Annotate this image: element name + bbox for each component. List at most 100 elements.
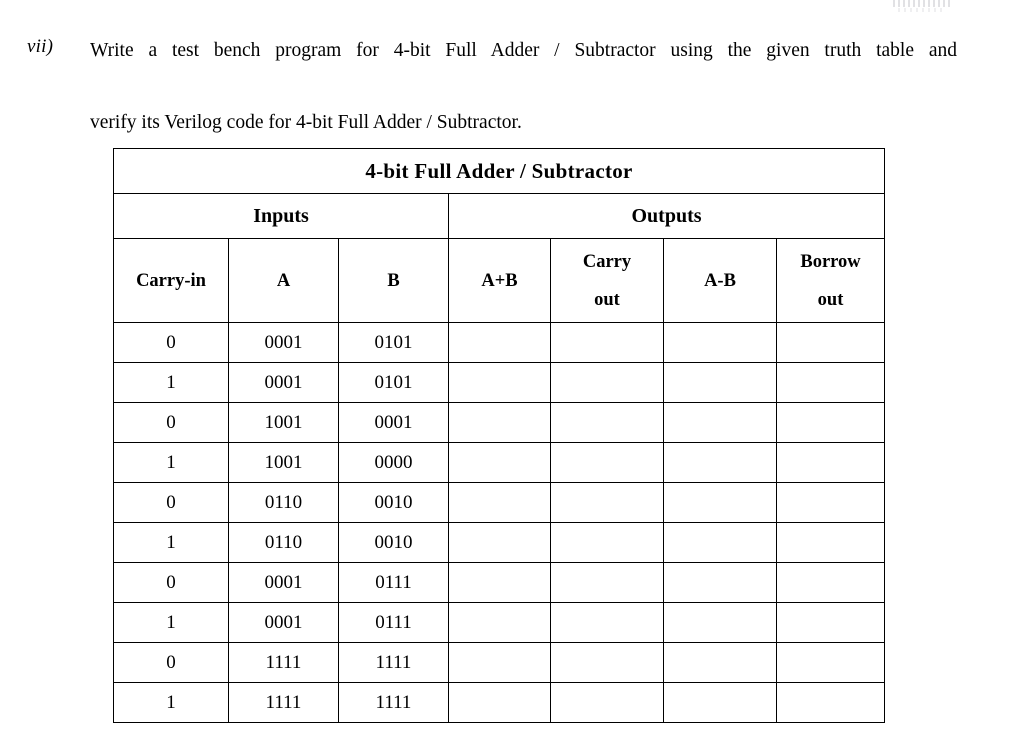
cell-carry-in: 0 (113, 322, 229, 363)
cell-a-plus-b[interactable] (448, 522, 551, 563)
cell-carry-out[interactable] (550, 482, 664, 523)
cell-carry-in: 0 (113, 562, 229, 603)
column-header-carry-out: Carry out (550, 238, 664, 323)
table-group-header-row: Inputs Outputs (113, 193, 886, 239)
table-row: 1 0001 0111 (113, 602, 886, 643)
cell-carry-out[interactable] (550, 402, 664, 443)
cell-b: 0010 (338, 482, 449, 523)
column-header-b-label: B (387, 270, 400, 291)
cell-a-plus-b[interactable] (448, 562, 551, 603)
cell-carry-out[interactable] (550, 322, 664, 363)
cell-b: 0111 (338, 562, 449, 603)
cell-borrow-out[interactable] (775, 642, 886, 683)
table-column-header-row: Carry-in A B A+B Carry out A-B Borrow ou… (113, 238, 886, 323)
cell-b: 1111 (338, 682, 449, 723)
table-title-row: 4-bit Full Adder / Subtractor (112, 148, 886, 194)
question-block: vii) Write a test bench program for 4-bi… (27, 33, 957, 141)
cell-a: 1111 (228, 682, 339, 723)
table-row: 0 0001 0111 (113, 562, 886, 603)
cell-carry-in: 0 (113, 642, 229, 683)
cell-borrow-out[interactable] (775, 522, 886, 563)
cell-a-plus-b[interactable] (448, 482, 551, 523)
cell-a: 0001 (228, 562, 339, 603)
cell-a-plus-b[interactable] (448, 402, 551, 443)
group-header-inputs: Inputs (113, 193, 449, 239)
column-header-carry-out-label: Carry (582, 251, 632, 272)
cell-a-minus-b[interactable] (663, 522, 777, 563)
cell-a-minus-b[interactable] (663, 602, 777, 643)
column-header-borrow-out: Borrow out (775, 238, 886, 323)
cell-borrow-out[interactable] (775, 562, 886, 603)
column-header-carry-out-label2: out (594, 289, 620, 310)
cell-borrow-out[interactable] (775, 322, 886, 363)
cell-carry-out[interactable] (550, 602, 664, 643)
cell-borrow-out[interactable] (775, 682, 886, 723)
table-row: 1 0001 0101 (113, 362, 886, 403)
column-header-a-plus-b: A+B (448, 238, 551, 323)
cell-a: 0110 (228, 482, 339, 523)
cell-a-minus-b[interactable] (663, 322, 777, 363)
cell-b: 0101 (338, 322, 449, 363)
column-header-carry-in: Carry-in (113, 238, 229, 323)
cell-carry-in: 1 (113, 682, 229, 723)
question-marker: vii) (27, 36, 54, 57)
cell-carry-out[interactable] (550, 562, 664, 603)
cell-a-minus-b[interactable] (663, 682, 777, 723)
cell-a-minus-b[interactable] (663, 402, 777, 443)
cell-carry-out[interactable] (550, 442, 664, 483)
cell-a-minus-b[interactable] (663, 562, 777, 603)
scan-artifact (893, 0, 951, 7)
cell-a-minus-b[interactable] (663, 362, 777, 403)
cell-carry-out[interactable] (550, 642, 664, 683)
table-row: 0 1001 0001 (113, 402, 886, 443)
cell-b: 0001 (338, 402, 449, 443)
group-header-outputs: Outputs (447, 193, 886, 239)
cell-a-minus-b[interactable] (663, 642, 777, 683)
cell-a-plus-b[interactable] (448, 322, 551, 363)
cell-borrow-out[interactable] (775, 402, 886, 443)
cell-a: 0001 (228, 602, 339, 643)
column-header-carry-in-label: Carry-in (136, 270, 206, 291)
cell-borrow-out[interactable] (775, 602, 886, 643)
cell-a: 1001 (228, 402, 339, 443)
cell-carry-in: 0 (113, 482, 229, 523)
column-header-a-minus-b-label: A-B (704, 270, 736, 291)
cell-a: 0001 (228, 362, 339, 403)
column-header-borrow-out-label: Borrow (800, 251, 861, 272)
table-row: 1 0110 0010 (113, 522, 886, 563)
table-title: 4-bit Full Adder / Subtractor (112, 148, 886, 194)
cell-carry-out[interactable] (550, 362, 664, 403)
table-row: 1 1001 0000 (113, 442, 886, 483)
cell-carry-out[interactable] (550, 682, 664, 723)
table-row: 1 1111 1111 (113, 682, 886, 723)
cell-a: 0001 (228, 322, 339, 363)
cell-borrow-out[interactable] (775, 482, 886, 523)
cell-carry-out[interactable] (550, 522, 664, 563)
truth-table: 4-bit Full Adder / Subtractor Inputs Out… (112, 148, 886, 723)
cell-a: 1111 (228, 642, 339, 683)
cell-a-plus-b[interactable] (448, 642, 551, 683)
column-header-a-minus-b: A-B (663, 238, 777, 323)
cell-borrow-out[interactable] (775, 362, 886, 403)
table-row: 0 1111 1111 (113, 642, 886, 683)
column-header-a-plus-b-label: A+B (481, 270, 518, 291)
cell-a-plus-b[interactable] (448, 682, 551, 723)
question-text: Write a test bench program for 4-bit Ful… (90, 33, 957, 141)
column-header-b: B (338, 238, 449, 323)
cell-a: 0110 (228, 522, 339, 563)
column-header-a: A (228, 238, 339, 323)
cell-carry-in: 0 (113, 402, 229, 443)
cell-a-plus-b[interactable] (448, 362, 551, 403)
table-row: 0 0110 0010 (113, 482, 886, 523)
question-line-2: verify its Verilog code for 4-bit Full A… (90, 112, 522, 133)
question-line-1: Write a test bench program for 4-bit Ful… (90, 40, 957, 61)
cell-borrow-out[interactable] (775, 442, 886, 483)
column-header-a-label: A (276, 270, 291, 291)
table-row: 0 0001 0101 (113, 322, 886, 363)
cell-a-minus-b[interactable] (663, 482, 777, 523)
cell-a-plus-b[interactable] (448, 442, 551, 483)
cell-carry-in: 1 (113, 442, 229, 483)
cell-carry-in: 1 (113, 362, 229, 403)
cell-a-plus-b[interactable] (448, 602, 551, 643)
cell-a-minus-b[interactable] (663, 442, 777, 483)
